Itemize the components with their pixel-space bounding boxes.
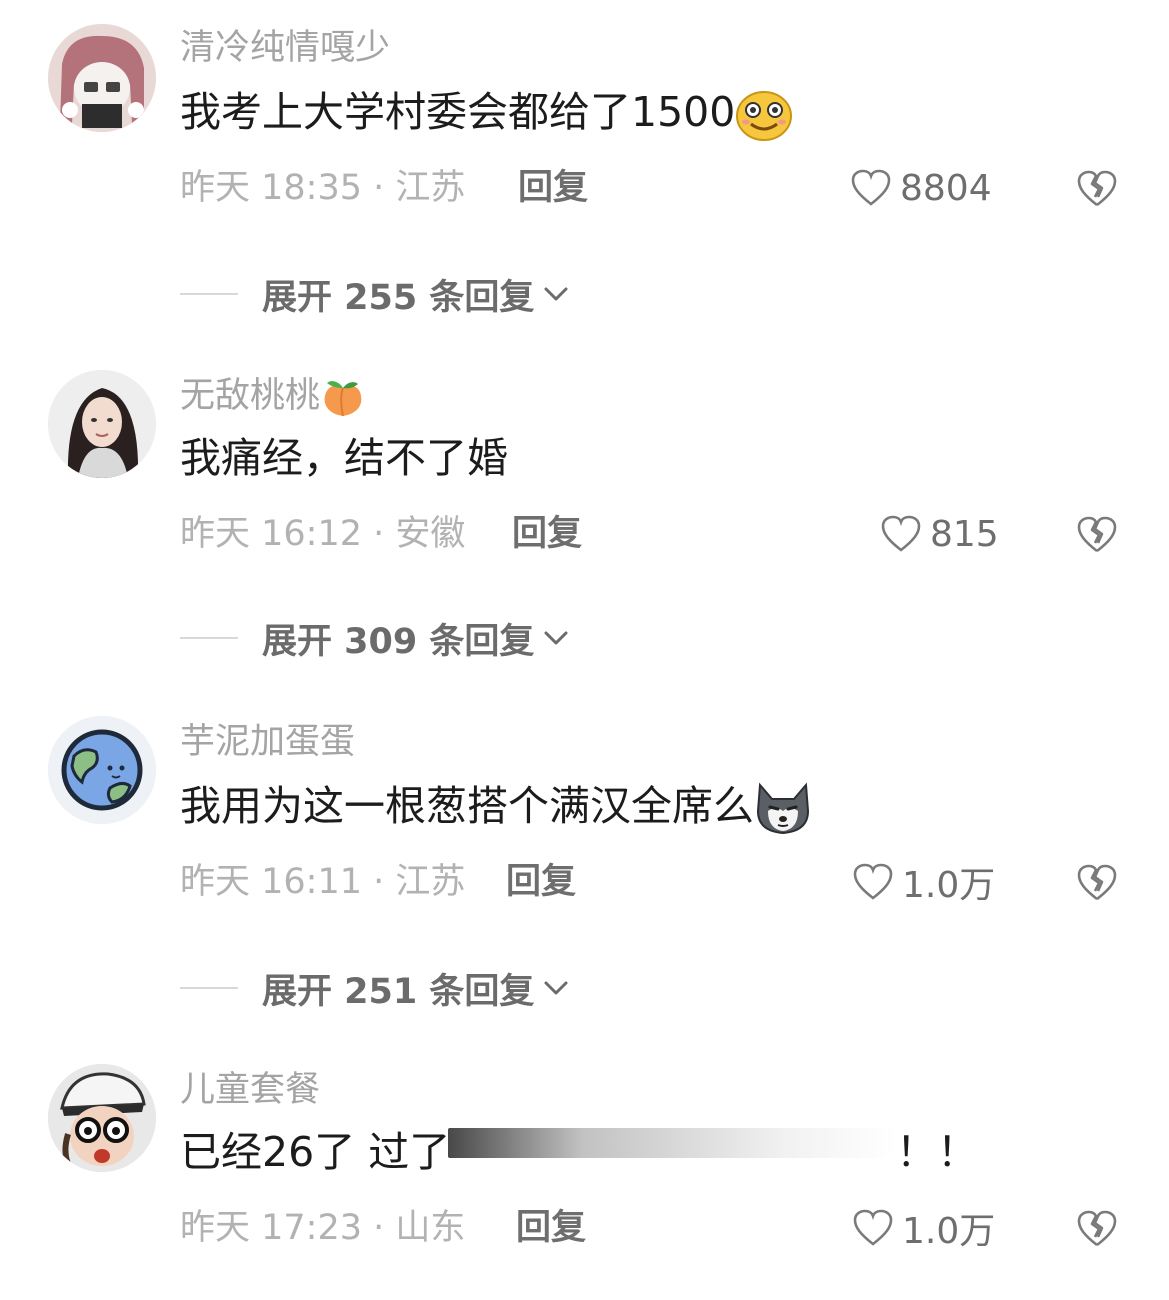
peach-emoji-icon — [324, 381, 362, 417]
chevron-down-icon — [544, 287, 568, 301]
like-count: 8804 — [900, 167, 992, 209]
like-count: 1.0万 — [902, 865, 996, 906]
redaction-smear — [448, 1128, 896, 1158]
reply-button[interactable]: 回复 — [516, 1206, 586, 1250]
time-location: 昨天 18:35 · 江苏 — [180, 168, 466, 208]
expand-replies-button[interactable]: 展开 251 条回复 — [180, 966, 572, 1012]
comment-text: 我用为这一根葱搭个满汉全席么 — [180, 780, 812, 837]
photo-avatar-icon — [48, 370, 156, 478]
broken-heart-icon — [1077, 864, 1117, 901]
divider — [180, 987, 238, 989]
username-text: 无敌桃桃 — [180, 376, 321, 416]
divider — [180, 293, 238, 295]
comment-text: 我考上大学村委会都给了1500 — [180, 86, 793, 142]
comment-text-content: 我考上大学村委会都给了1500 — [180, 88, 736, 136]
username[interactable]: 无敌桃桃 — [180, 374, 366, 420]
heart-icon — [853, 1209, 893, 1246]
like-count: 815 — [930, 513, 999, 555]
smiley-emoji-icon — [736, 91, 793, 141]
username[interactable]: 清冷纯情嘎少 — [180, 26, 390, 70]
time-location: 昨天 16:11 · 江苏 — [180, 862, 466, 902]
expand-replies-label: 展开 309 条回复 — [262, 621, 535, 662]
broken-heart-icon — [1077, 170, 1117, 207]
comment-text: 我痛经，结不了婚 — [180, 434, 508, 482]
expand-replies-label: 展开 255 条回复 — [262, 277, 535, 318]
dislike-button[interactable] — [1076, 862, 1118, 904]
avatar[interactable] — [48, 1064, 156, 1172]
username[interactable]: 芋泥加蛋蛋 — [180, 720, 355, 764]
glasses-avatar-icon — [48, 1064, 156, 1172]
heart-icon — [881, 515, 921, 552]
avatar[interactable] — [48, 370, 156, 478]
avatar[interactable] — [48, 716, 156, 824]
broken-heart-icon — [1077, 1210, 1117, 1247]
reply-button[interactable]: 回复 — [518, 166, 588, 210]
comment-text-end: ！！ — [896, 1128, 978, 1176]
expand-replies-button[interactable]: 展开 309 条回复 — [180, 616, 572, 662]
like-button[interactable]: 1.0万 — [852, 860, 995, 906]
dislike-button[interactable] — [1076, 1208, 1118, 1250]
heart-icon — [851, 169, 891, 206]
husky-emoji-icon — [756, 782, 810, 835]
like-button[interactable]: 815 — [880, 512, 999, 556]
time-location: 昨天 16:12 · 安徽 — [180, 514, 466, 554]
reply-button[interactable]: 回复 — [506, 860, 576, 904]
reply-button[interactable]: 回复 — [512, 512, 582, 556]
chevron-down-icon — [544, 981, 568, 995]
expand-replies-label: 展开 251 条回复 — [262, 971, 535, 1012]
like-button[interactable]: 1.0万 — [852, 1206, 995, 1252]
heart-icon — [853, 863, 893, 900]
broken-heart-icon — [1077, 516, 1117, 553]
like-button[interactable]: 8804 — [850, 166, 992, 210]
comment-text-start: 已经26了 过了 — [180, 1128, 451, 1176]
anime-avatar-icon — [48, 24, 156, 132]
chevron-down-icon — [544, 631, 568, 645]
comment-text-content: 我用为这一根葱搭个满汉全席么 — [180, 782, 754, 830]
dislike-button[interactable] — [1076, 514, 1118, 556]
divider — [180, 637, 238, 639]
expand-replies-button[interactable]: 展开 255 条回复 — [180, 272, 572, 318]
username[interactable]: 儿童套餐 — [180, 1068, 320, 1112]
avatar[interactable] — [48, 24, 156, 132]
dislike-button[interactable] — [1076, 168, 1118, 210]
time-location: 昨天 17:23 · 山东 — [180, 1208, 466, 1248]
like-count: 1.0万 — [902, 1211, 996, 1252]
earth-avatar-icon — [48, 716, 156, 824]
